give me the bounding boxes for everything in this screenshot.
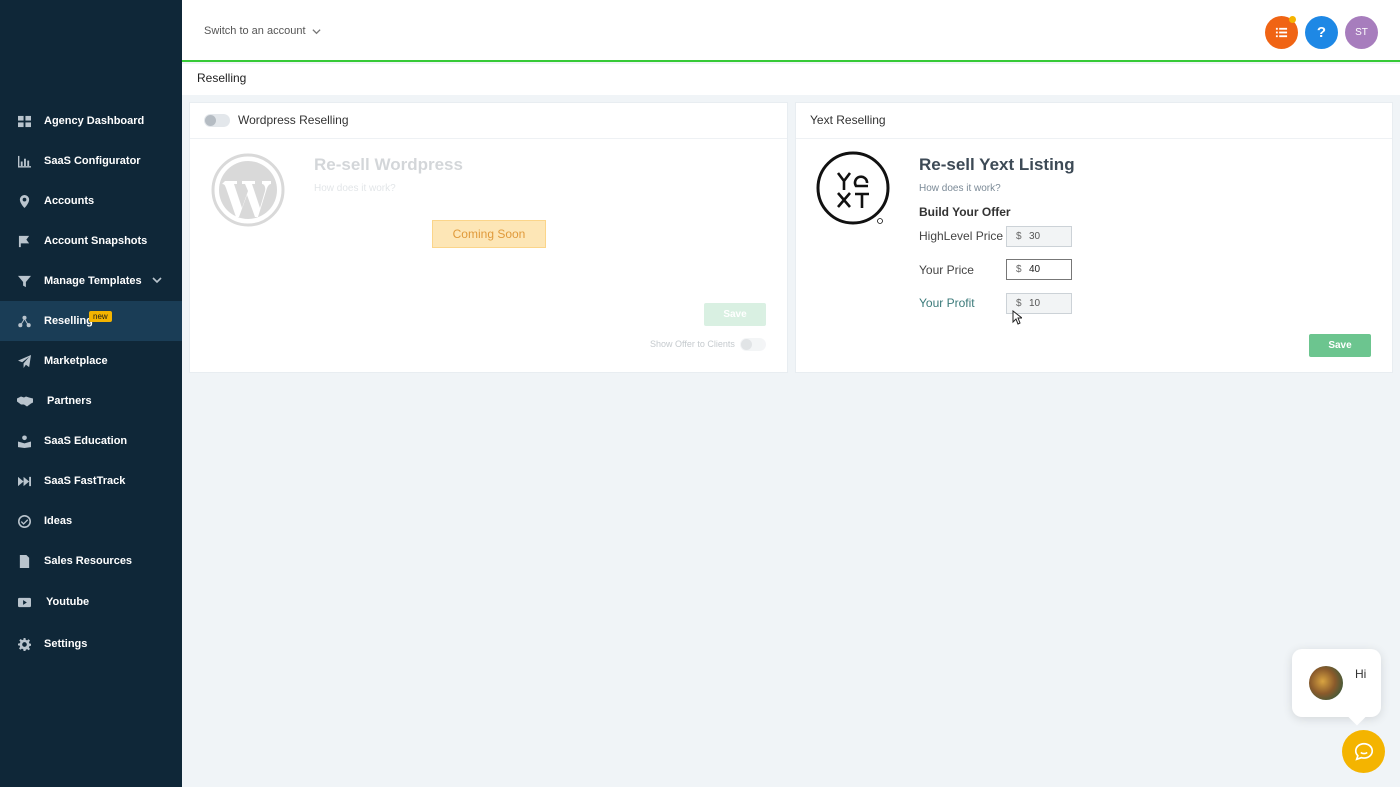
notifications-button[interactable] [1265, 16, 1298, 49]
mouse-cursor-icon [1012, 310, 1022, 325]
sidebar-item-sales-resources[interactable]: Sales Resources [0, 541, 182, 581]
sidebar-item-label: Youtube [46, 596, 90, 608]
user-avatar[interactable]: ST [1345, 16, 1378, 49]
sidebar-item-label: Marketplace [44, 355, 108, 367]
sidebar-item-label: Settings [44, 638, 88, 650]
yext-heading: Re-sell Yext Listing [919, 155, 1075, 174]
sidebar-item-saas-configurator[interactable]: SaaS Configurator [0, 141, 182, 181]
toggle-knob [205, 115, 216, 126]
wordpress-logo [211, 153, 285, 227]
chat-agent-avatar [1309, 666, 1343, 700]
show-offer-toggle[interactable] [740, 338, 766, 351]
map-pin-icon [17, 194, 31, 208]
sidebar: Agency Dashboard SaaS Configurator Accou… [0, 0, 182, 787]
sidebar-item-account-snapshots[interactable]: Account Snapshots [0, 221, 182, 261]
highlevel-price-value: 30 [1029, 231, 1041, 242]
avatar-initials: ST [1355, 27, 1368, 38]
sidebar-item-label: SaaS Education [44, 435, 128, 447]
yext-reselling-card: Yext Reselling Re-sell Yext Listing How … [795, 102, 1393, 373]
your-price-value: 40 [1029, 264, 1041, 275]
education-icon [17, 434, 31, 448]
sidebar-item-partners[interactable]: Partners [0, 381, 182, 421]
chat-launcher-button[interactable] [1342, 730, 1385, 773]
youtube-icon [17, 595, 31, 609]
switch-account-label: Switch to an account [204, 25, 306, 37]
sidebar-item-manage-templates[interactable]: Manage Templates [0, 261, 182, 301]
yext-logo [816, 151, 890, 225]
sidebar-item-label: SaaS FastTrack [44, 475, 126, 487]
show-offer-label: Show Offer to Clients [650, 339, 735, 349]
top-bar: Switch to an account ? ST [182, 0, 1400, 62]
how-does-it-work-link[interactable]: How does it work? [919, 183, 1001, 194]
gear-icon [17, 637, 31, 651]
currency-symbol: $ [1016, 298, 1022, 309]
dashboard-icon [17, 114, 31, 128]
sidebar-item-accounts[interactable]: Accounts [0, 181, 182, 221]
toggle-knob [741, 339, 752, 350]
new-badge: new [89, 311, 112, 322]
sidebar-item-label: Reselling [44, 315, 93, 327]
list-icon [1275, 27, 1288, 38]
filter-icon [17, 274, 31, 288]
page-title: Reselling [197, 71, 247, 85]
paper-plane-icon [17, 354, 31, 368]
wordpress-reselling-card: Wordpress Reselling Re-sell Wordpress Ho… [189, 102, 788, 373]
chevron-down-icon[interactable] [152, 275, 162, 285]
your-price-input[interactable]: $ 40 [1006, 259, 1072, 280]
your-profit-label: Your Profit [919, 296, 975, 310]
sidebar-item-label: Partners [47, 395, 92, 407]
check-circle-icon [17, 514, 31, 528]
chevron-down-icon [311, 28, 321, 34]
highlevel-price-field: $ 30 [1006, 226, 1072, 247]
help-button[interactable]: ? [1305, 16, 1338, 49]
help-icon: ? [1316, 24, 1327, 41]
card-title: Yext Reselling [810, 113, 886, 127]
coming-soon-badge: Coming Soon [432, 220, 546, 248]
your-price-label: Your Price [919, 263, 974, 277]
sidebar-item-label: Manage Templates [44, 275, 142, 287]
sidebar-item-agency-dashboard[interactable]: Agency Dashboard [0, 101, 182, 141]
card-header: Yext Reselling [796, 103, 1392, 139]
chat-greeting-text: Hi [1355, 667, 1367, 681]
sidebar-item-label: Agency Dashboard [44, 115, 145, 127]
your-profit-value: 10 [1029, 298, 1041, 309]
chat-icon [1354, 742, 1373, 761]
wordpress-reselling-toggle[interactable] [204, 114, 230, 127]
fast-forward-icon [17, 474, 31, 488]
document-icon [17, 554, 31, 568]
sidebar-item-youtube[interactable]: Youtube [0, 581, 182, 623]
switch-account-dropdown[interactable]: Switch to an account [204, 25, 321, 37]
sidebar-nav: Agency Dashboard SaaS Configurator Accou… [0, 101, 182, 665]
sidebar-item-reselling[interactable]: Reselling new [0, 301, 182, 341]
card-title: Wordpress Reselling [238, 113, 349, 127]
wordpress-heading: Re-sell Wordpress [314, 155, 463, 174]
sidebar-item-ideas[interactable]: Ideas [0, 501, 182, 541]
currency-symbol: $ [1016, 264, 1022, 275]
yext-save-button[interactable]: Save [1309, 334, 1371, 357]
sidebar-item-saas-fasttrack[interactable]: SaaS FastTrack [0, 461, 182, 501]
wordpress-save-button[interactable]: Save [704, 303, 766, 326]
bubble-tail [1348, 708, 1366, 726]
sidebar-item-marketplace[interactable]: Marketplace [0, 341, 182, 381]
sidebar-item-label: SaaS Configurator [44, 155, 141, 167]
chart-icon [17, 154, 31, 168]
currency-symbol: $ [1016, 231, 1022, 242]
sidebar-item-label: Accounts [44, 195, 95, 207]
handshake-icon [17, 394, 33, 408]
sidebar-item-label: Ideas [44, 515, 73, 527]
chat-greeting-bubble[interactable]: Hi [1292, 649, 1381, 726]
sidebar-item-label: Account Snapshots [44, 235, 148, 247]
card-header: Wordpress Reselling [190, 103, 787, 139]
sidebar-item-settings[interactable]: Settings [0, 623, 182, 665]
network-icon [17, 314, 31, 328]
sidebar-item-label: Sales Resources [44, 555, 133, 567]
how-does-it-work-link[interactable]: How does it work? [314, 183, 396, 194]
snapshot-icon [17, 234, 31, 248]
highlevel-price-label: HighLevel Price [919, 229, 1004, 243]
notification-dot [1289, 16, 1296, 23]
sidebar-item-saas-education[interactable]: SaaS Education [0, 421, 182, 461]
page-header: Reselling [182, 64, 1400, 95]
build-offer-label: Build Your Offer [919, 205, 1011, 219]
